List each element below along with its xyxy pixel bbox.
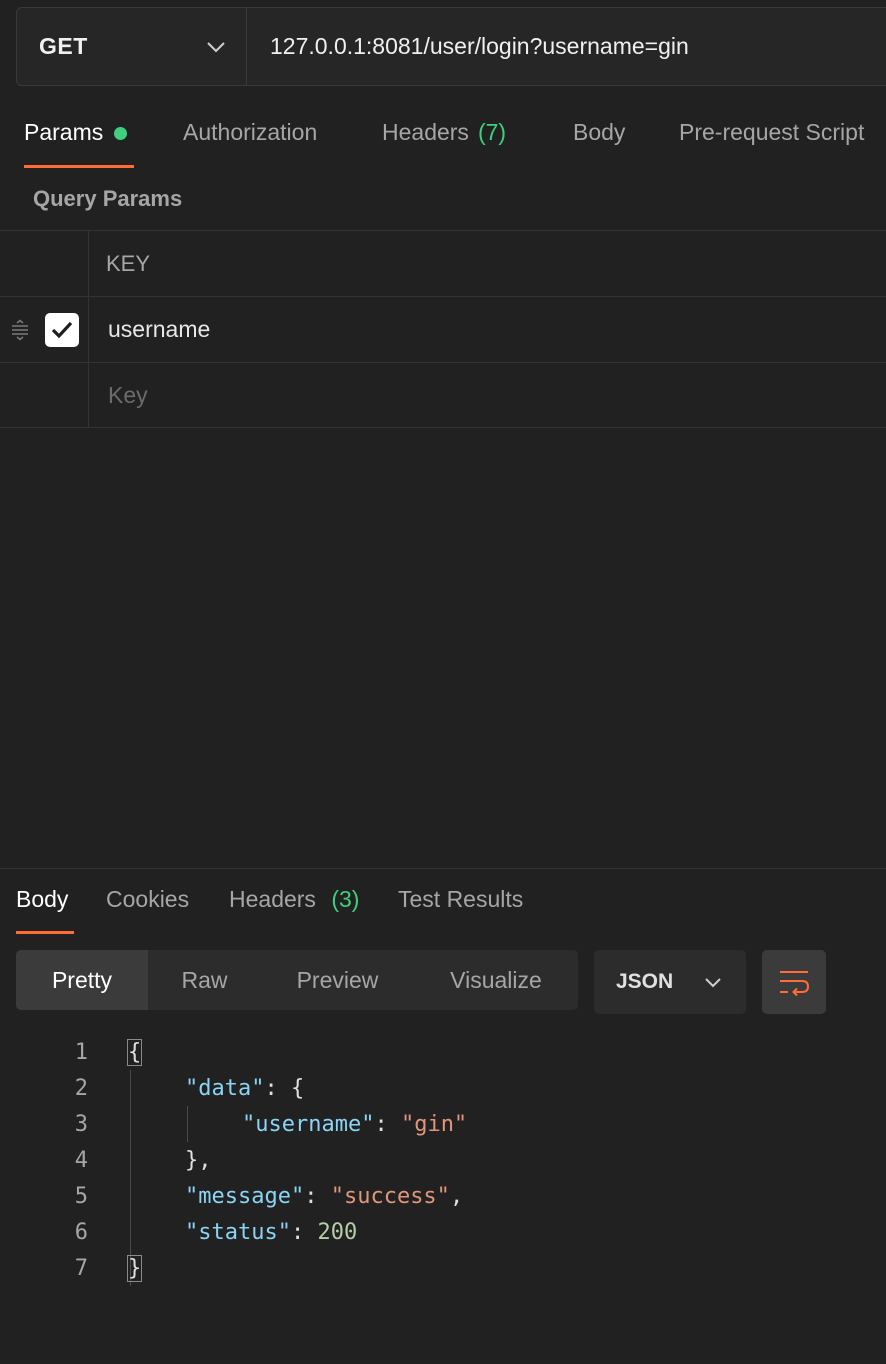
code-text: "data": { — [185, 1076, 304, 1101]
json-punctuation: { — [126, 1038, 143, 1066]
tab-body[interactable]: Body — [573, 110, 625, 166]
tab-label: Authorization — [183, 119, 318, 145]
table-header-row: KEY — [0, 230, 886, 296]
table-row-empty: Key — [0, 362, 886, 428]
code-text: }, — [185, 1148, 212, 1173]
view-pretty-button[interactable]: Pretty — [16, 950, 148, 1010]
json-key: "username" — [242, 1111, 375, 1137]
tab-label: Headers — [229, 886, 316, 912]
view-raw-button[interactable]: Raw — [148, 950, 261, 1010]
wrap-lines-button[interactable] — [762, 950, 826, 1014]
tab-pre-request-script[interactable]: Pre-request Script — [679, 110, 886, 166]
tab-label: Headers — [382, 119, 469, 145]
code-line: 5 "message": "success", — [0, 1178, 886, 1214]
json-key: "data" — [185, 1075, 265, 1101]
column-header-key: KEY — [106, 250, 151, 276]
response-tab-test-results[interactable]: Test Results — [398, 880, 523, 932]
format-label: JSON — [616, 970, 674, 993]
tab-authorization[interactable]: Authorization — [183, 110, 317, 166]
line-number: 7 — [74, 1255, 88, 1281]
code-line: 6 "status": 200 — [0, 1214, 886, 1250]
checkmark-icon — [51, 321, 73, 339]
view-mode-group: Pretty Raw Preview Visualize — [16, 950, 578, 1010]
chevron-down-icon — [207, 41, 225, 52]
tab-params[interactable]: Params — [24, 110, 128, 166]
active-tab-underline — [24, 165, 134, 168]
line-number: 5 — [74, 1183, 88, 1209]
tab-headers[interactable]: Headers (7) — [382, 110, 506, 166]
key-input-placeholder[interactable]: Key — [108, 363, 148, 427]
request-tabs: Params Authorization Headers (7) Body Pr… — [0, 110, 886, 168]
line-number: 1 — [74, 1039, 88, 1065]
code-text: "message": "success", — [185, 1184, 463, 1209]
url-input[interactable]: 127.0.0.1:8081/user/login?username=gin — [247, 8, 886, 85]
response-tabs: Body Cookies Headers (3) Test Results — [0, 880, 886, 934]
tab-label: Params — [24, 119, 104, 145]
request-url-bar: GET 127.0.0.1:8081/user/login?username=g… — [16, 7, 886, 86]
code-text: "status": 200 — [185, 1220, 357, 1245]
json-punctuation: : — [304, 1183, 331, 1209]
code-line: 3 "username": "gin" — [0, 1106, 886, 1142]
json-punctuation: : — [290, 1219, 318, 1245]
json-punctuation: }, — [185, 1147, 212, 1173]
chevron-down-icon — [705, 977, 721, 987]
tab-label: Pre-request Script — [679, 119, 865, 145]
response-tab-headers[interactable]: Headers (3) — [229, 880, 359, 932]
line-number: 4 — [74, 1147, 88, 1173]
wrap-lines-icon — [780, 971, 810, 996]
code-text: { — [126, 1038, 143, 1066]
format-select[interactable]: JSON — [594, 950, 746, 1014]
active-response-tab-underline — [16, 931, 74, 934]
response-tab-body[interactable]: Body — [16, 880, 68, 932]
code-line: 1{ — [0, 1034, 886, 1070]
json-punctuation: : { — [264, 1075, 305, 1101]
query-params-table: KEY username Key — [0, 230, 886, 428]
code-text: "username": "gin" — [242, 1112, 467, 1137]
params-active-dot — [114, 127, 128, 140]
code-line: 2 "data": { — [0, 1070, 886, 1106]
json-key: "status" — [185, 1219, 291, 1245]
json-key: "message" — [185, 1183, 305, 1209]
response-body-code[interactable]: 1{2 "data": {3 "username": "gin" 4}, 5 "messa… — [0, 1034, 886, 1286]
line-number: 3 — [74, 1111, 88, 1137]
drag-handle-icon[interactable] — [9, 319, 31, 341]
param-key-cell[interactable]: username — [108, 297, 210, 362]
code-text: } — [126, 1254, 143, 1282]
response-headers-count: (3) — [331, 886, 360, 912]
json-number: 200 — [317, 1219, 358, 1245]
query-params-title: Query Params — [33, 186, 183, 211]
view-visualize-button[interactable]: Visualize — [414, 950, 578, 1010]
method-label: GET — [39, 33, 88, 59]
table-row: username — [0, 296, 886, 362]
code-line: 4}, — [0, 1142, 886, 1178]
json-punctuation: , — [449, 1183, 464, 1209]
json-string: "success" — [330, 1183, 450, 1209]
code-line: 7} — [0, 1250, 886, 1286]
tab-label: Test Results — [398, 886, 524, 912]
line-number: 6 — [74, 1219, 88, 1245]
json-punctuation: } — [126, 1254, 143, 1282]
tab-label: Cookies — [106, 886, 190, 912]
headers-count: (7) — [477, 119, 507, 145]
json-punctuation: : — [374, 1111, 401, 1137]
tab-label: Body — [16, 886, 69, 912]
view-preview-button[interactable]: Preview — [261, 950, 414, 1010]
response-divider — [0, 868, 886, 869]
json-string: "gin" — [400, 1111, 468, 1137]
param-enabled-checkbox[interactable] — [45, 313, 79, 347]
tab-label: Body — [573, 119, 626, 145]
method-select[interactable]: GET — [17, 8, 247, 85]
line-number: 2 — [74, 1075, 88, 1101]
response-tab-cookies[interactable]: Cookies — [106, 880, 189, 932]
